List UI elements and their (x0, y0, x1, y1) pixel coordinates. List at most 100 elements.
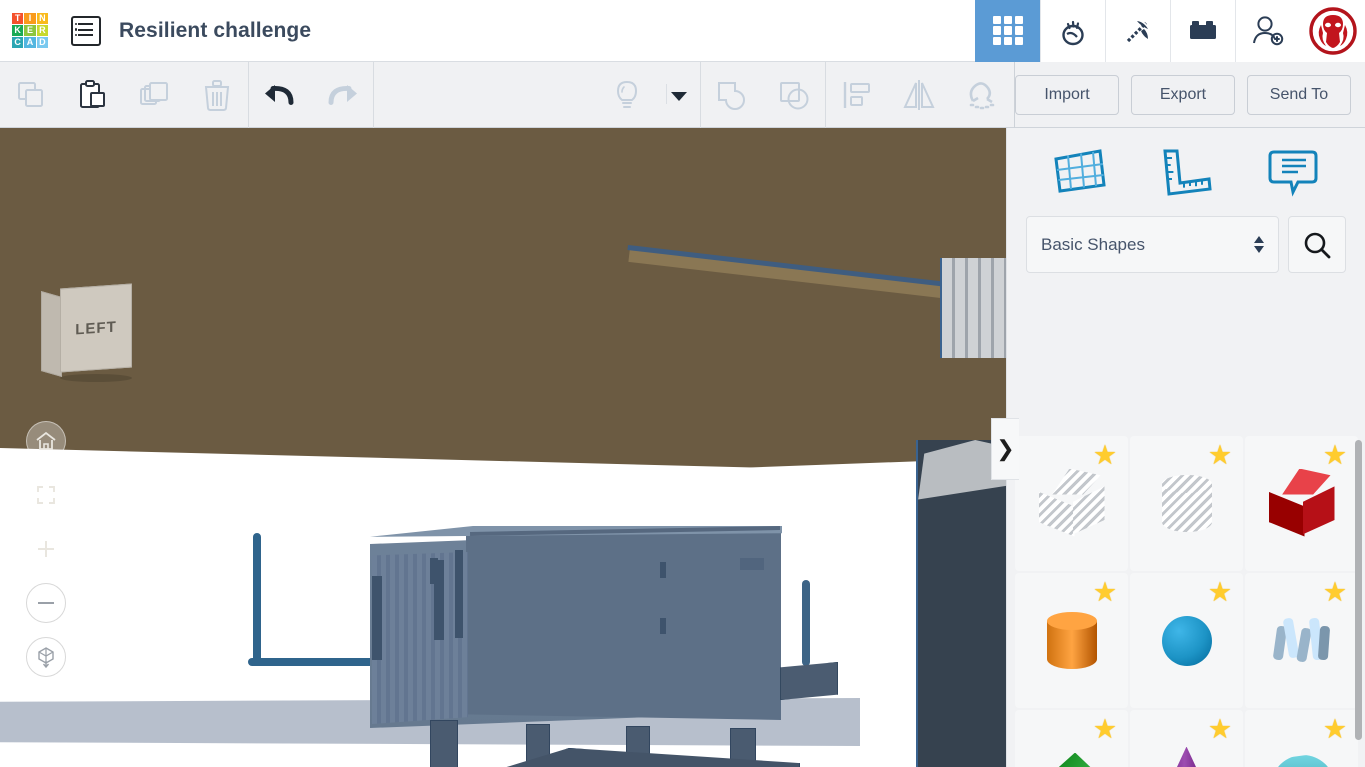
group-button[interactable] (701, 62, 763, 128)
favorite-star-icon[interactable]: ★ (1322, 716, 1348, 743)
favorite-star-icon[interactable]: ★ (1092, 442, 1118, 469)
perspective-toggle-button[interactable] (26, 637, 66, 677)
duplicate-icon (140, 81, 168, 105)
model-window-1 (372, 576, 382, 660)
send-to-button[interactable]: Send To (1247, 74, 1351, 115)
paste-button[interactable] (62, 62, 124, 128)
shape-wedge[interactable]: ★ (1015, 710, 1128, 767)
magnet-button[interactable] (950, 62, 1012, 128)
shape-box-hole-thumbnail (1033, 465, 1111, 543)
model-background-building (940, 258, 1006, 358)
favorite-star-icon[interactable]: ★ (1092, 579, 1118, 606)
shape-box-hole[interactable]: ★ (1015, 436, 1128, 571)
favorite-star-icon[interactable]: ★ (1207, 442, 1233, 469)
tab-3d-designs[interactable] (975, 0, 1040, 62)
group-tools (701, 62, 825, 128)
shape-library-grid[interactable]: ★★★★★★★★★TEXT★★★ (1015, 436, 1358, 767)
shape-scribble[interactable]: ★ (1245, 573, 1358, 708)
logo-tile-i: I (24, 12, 36, 24)
logo-tile-d: D (36, 37, 48, 49)
logo-tile-n: N (36, 12, 48, 24)
duplicate-button[interactable] (124, 62, 186, 128)
clipboard-tools (0, 62, 248, 128)
tinkercad-app: TINKERCAD Resilient challenge Import Exp… (0, 0, 1365, 767)
model-container-end (466, 532, 781, 720)
ortho-box-icon (38, 647, 54, 669)
group-shapes-icon (718, 81, 745, 110)
shape-collection-row: Basic Shapes (1007, 216, 1365, 273)
magnet-snap-icon (969, 81, 995, 109)
shape-sphere-thumbnail (1148, 602, 1226, 680)
notes-tools (596, 62, 700, 128)
delete-button[interactable] (186, 62, 248, 128)
model-pipe-vertical (253, 533, 261, 663)
model-window-3 (434, 560, 444, 640)
favorite-star-icon[interactable]: ★ (1092, 716, 1118, 743)
zoom-in-button[interactable] (26, 529, 66, 569)
shape-cylinder[interactable]: ★ (1015, 573, 1128, 708)
logo-tile-e: E (24, 24, 36, 37)
3d-viewport[interactable]: LEFT (0, 128, 1006, 767)
panel-collapse-handle[interactable]: ❯ (991, 418, 1019, 480)
favorite-star-icon[interactable]: ★ (1322, 579, 1348, 606)
redo-button[interactable] (311, 62, 373, 128)
model-container-corrugation (372, 552, 468, 724)
tinkercad-logo[interactable]: TINKERCAD (12, 12, 48, 49)
minus-icon (38, 602, 54, 604)
design-menu-icon[interactable] (71, 15, 101, 46)
shape-scribble-thumbnail (1263, 602, 1341, 680)
redo-arrow-icon (328, 84, 357, 105)
file-actions: Import Export Send To (1015, 74, 1365, 115)
view-controls (26, 421, 66, 691)
invite-people-button[interactable] (1235, 0, 1300, 62)
model-small-box (780, 662, 838, 700)
tab-blocks[interactable] (1170, 0, 1235, 62)
undo-arrow-icon (265, 84, 294, 105)
home-view-button[interactable] (26, 421, 66, 461)
workplane-button[interactable] (1047, 143, 1111, 201)
page-title: Resilient challenge (119, 18, 312, 42)
plus-icon (38, 541, 54, 557)
shape-cylinder-hole[interactable]: ★ (1130, 436, 1243, 571)
copy-button[interactable] (0, 62, 62, 128)
view-cube-side-face[interactable] (41, 290, 62, 378)
shape-sphere[interactable]: ★ (1130, 573, 1243, 708)
tab-circuits[interactable] (1040, 0, 1105, 62)
circuits-icon (1062, 20, 1084, 45)
favorite-star-icon[interactable]: ★ (1322, 442, 1348, 469)
mirror-button[interactable] (888, 62, 950, 128)
shape-cone[interactable]: ★ (1130, 710, 1243, 767)
notes-panel-button[interactable] (1261, 143, 1325, 201)
model-window-4 (455, 550, 463, 638)
zoom-out-button[interactable] (26, 583, 66, 623)
import-button[interactable]: Import (1015, 74, 1119, 115)
view-cube[interactable]: LEFT (38, 280, 134, 382)
shapes-panel-scrollbar[interactable] (1355, 440, 1362, 740)
tab-codeblocks[interactable] (1105, 0, 1170, 62)
model-leg (430, 720, 458, 767)
favorite-star-icon[interactable]: ★ (1207, 579, 1233, 606)
shape-collection-label: Basic Shapes (1041, 234, 1145, 254)
shape-roof[interactable]: ★ (1245, 710, 1358, 767)
ungroup-shapes-icon (780, 81, 809, 109)
shape-box[interactable]: ★ (1245, 436, 1358, 571)
search-button[interactable] (1288, 216, 1346, 273)
workplane-icon (1053, 149, 1106, 193)
export-button[interactable]: Export (1131, 74, 1235, 115)
shapes-panel: Basic Shapes ★★★★★★★★★TEXT★★★ (1006, 128, 1365, 767)
view-cube-front-face[interactable]: LEFT (60, 283, 132, 373)
shape-collection-dropdown[interactable]: Basic Shapes (1026, 216, 1279, 273)
ruler-button[interactable] (1154, 143, 1218, 201)
chevron-down-icon (666, 83, 687, 104)
undo-button[interactable] (249, 62, 311, 128)
notes-dropdown[interactable] (658, 62, 700, 128)
fit-to-view-button[interactable] (26, 475, 66, 515)
grid-9-icon (993, 15, 1023, 46)
notes-button[interactable] (596, 62, 658, 128)
notes-icon (1268, 150, 1318, 197)
user-avatar[interactable] (1300, 0, 1365, 62)
align-button[interactable] (826, 62, 888, 128)
model-window-6 (660, 618, 666, 634)
favorite-star-icon[interactable]: ★ (1207, 716, 1233, 743)
ungroup-button[interactable] (763, 62, 825, 128)
